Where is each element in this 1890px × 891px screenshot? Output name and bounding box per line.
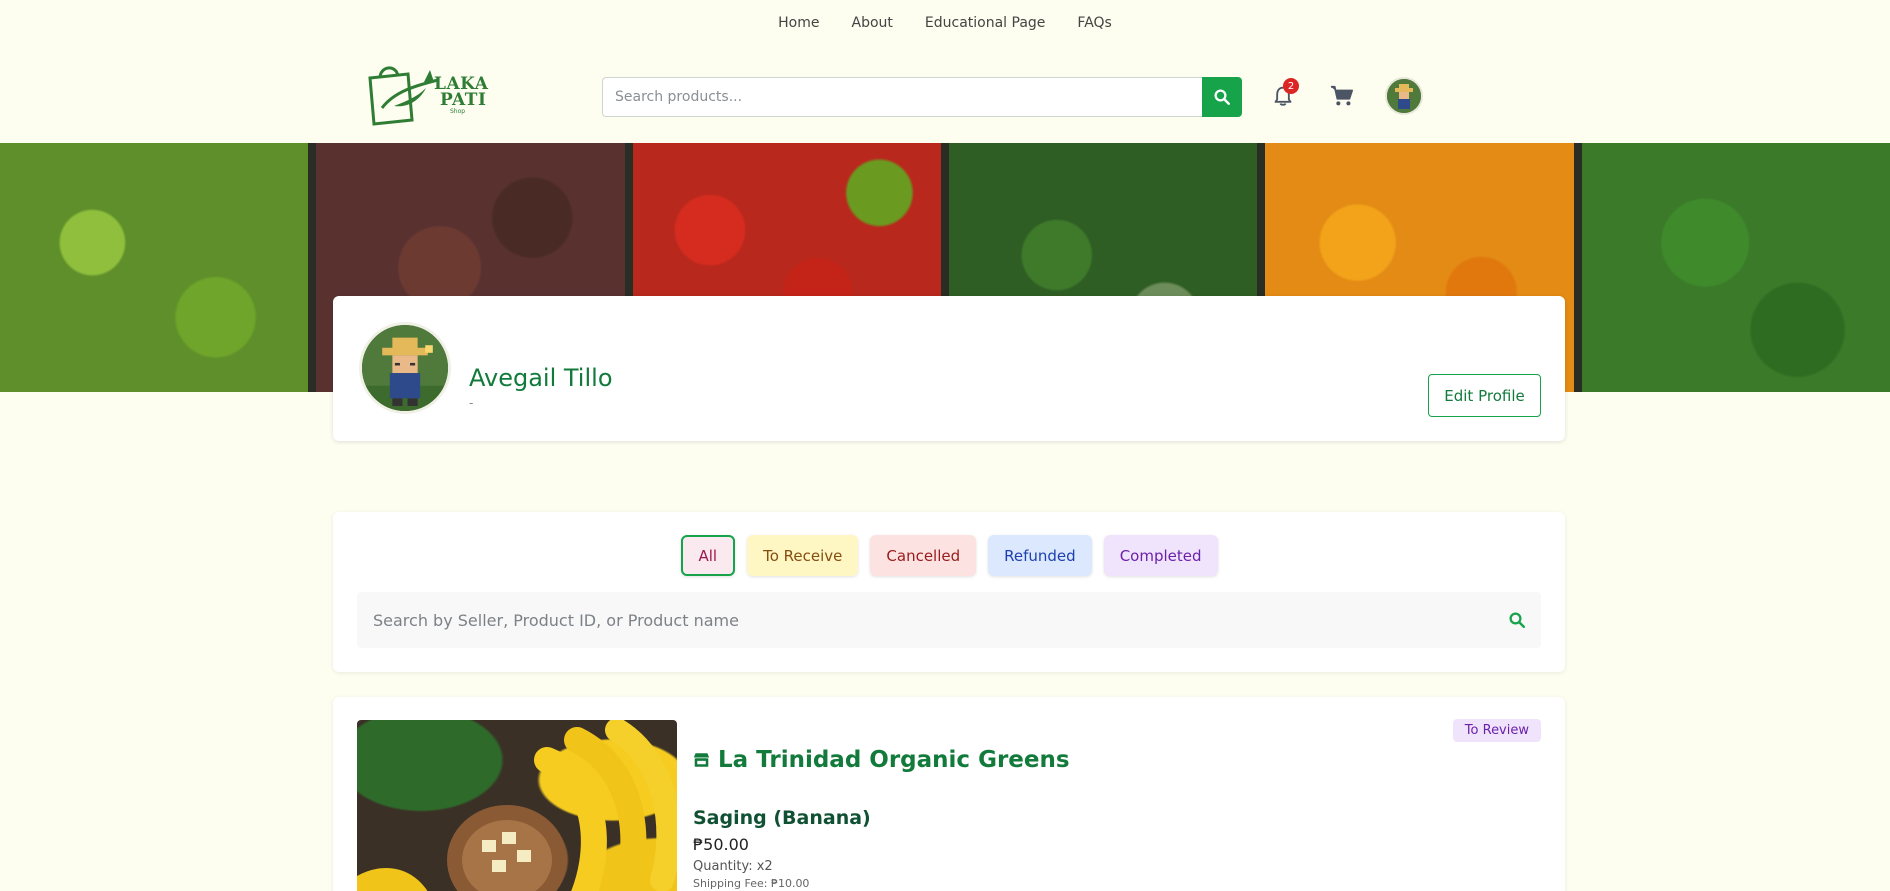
edit-profile-button[interactable]: Edit Profile <box>1428 374 1541 417</box>
store-name: La Trinidad Organic Greens <box>718 747 1070 773</box>
tab-to-receive[interactable]: To Receive <box>747 535 859 576</box>
banner-herbs <box>1581 143 1890 392</box>
logo-text: LAKA PATI <box>434 74 489 110</box>
shipping-fee: Shipping Fee: ₱10.00 <box>693 877 810 890</box>
product-search <box>602 77 1242 117</box>
nav-faqs[interactable]: FAQs <box>1077 15 1111 31</box>
banana-image <box>357 720 677 891</box>
product-price: ₱50.00 <box>693 835 749 854</box>
notification-badge: 2 <box>1283 78 1299 94</box>
profile-subtitle: - <box>469 396 474 410</box>
tab-all[interactable]: All <box>680 535 736 576</box>
product-quantity: Quantity: x2 <box>693 859 773 874</box>
tab-completed[interactable]: Completed <box>1103 535 1218 576</box>
tab-cancelled[interactable]: Cancelled <box>870 535 977 576</box>
store-icon <box>693 753 710 767</box>
nav-home[interactable]: Home <box>778 15 819 31</box>
cart-button[interactable] <box>1322 76 1362 116</box>
order-filter-card: All To Receive Cancelled Refunded Comple… <box>333 512 1565 672</box>
order-status-badge: To Review <box>1452 719 1541 742</box>
nav-about[interactable]: About <box>852 15 893 31</box>
user-avatar-button[interactable] <box>1385 77 1423 115</box>
order-search <box>357 592 1541 648</box>
product-image[interactable] <box>357 720 677 891</box>
logo[interactable]: LAKA PATI Shop <box>364 62 488 128</box>
order-search-button[interactable] <box>1493 611 1541 629</box>
profile-name: Avegail Tillo <box>469 364 613 392</box>
logo-sub: Shop <box>450 108 466 115</box>
order-card: La Trinidad Organic Greens To Review Sag… <box>333 697 1565 891</box>
order-search-input[interactable] <box>357 592 1493 648</box>
order-status-tabs: All To Receive Cancelled Refunded Comple… <box>333 535 1565 576</box>
store-row[interactable]: La Trinidad Organic Greens <box>693 747 1070 773</box>
farmer-avatar-icon <box>1387 79 1421 113</box>
farmer-avatar-icon <box>362 325 448 411</box>
top-nav: Home About Educational Page FAQs <box>0 0 1890 46</box>
product-search-input[interactable] <box>602 77 1202 117</box>
notifications-button[interactable]: 2 <box>1263 76 1303 116</box>
shopping-bag-logo-icon <box>368 66 439 126</box>
product-name[interactable]: Saging (Banana) <box>693 807 871 829</box>
nav-educational-page[interactable]: Educational Page <box>925 15 1046 31</box>
product-search-button[interactable] <box>1202 77 1242 117</box>
profile-avatar <box>359 322 451 414</box>
profile-card: Avegail Tillo - Edit Profile <box>333 296 1565 441</box>
banner-lettuce <box>0 143 317 392</box>
cart-icon <box>1331 85 1353 106</box>
tab-refunded[interactable]: Refunded <box>988 535 1092 576</box>
header: LAKA PATI Shop 2 <box>0 46 1890 143</box>
search-icon <box>1214 89 1230 105</box>
search-icon <box>1509 612 1525 628</box>
